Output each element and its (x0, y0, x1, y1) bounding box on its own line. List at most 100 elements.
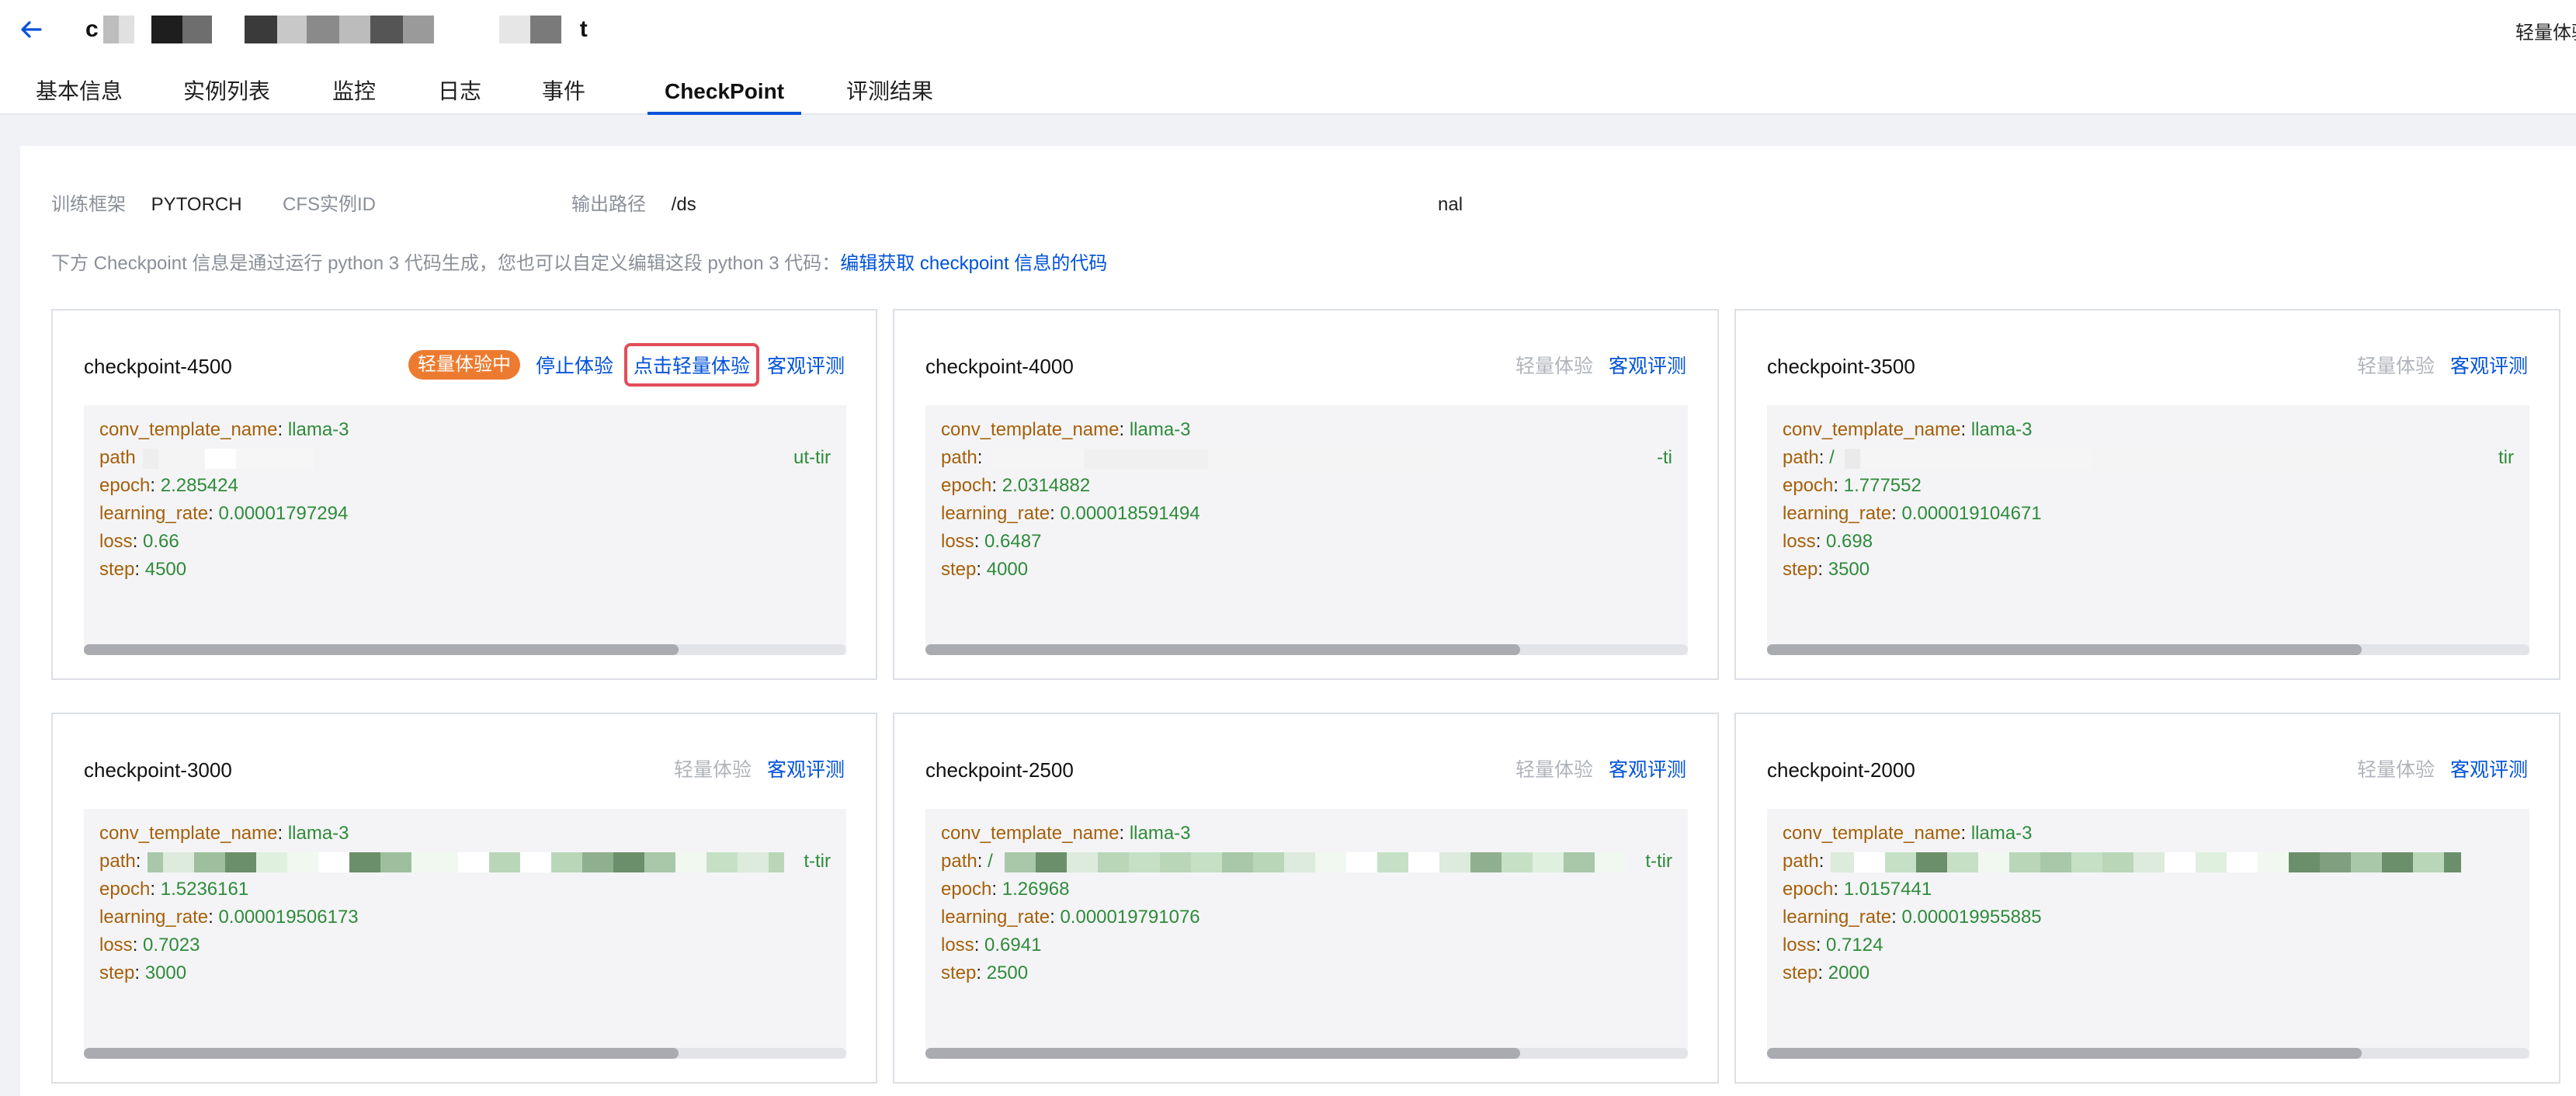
step-line: step: 2500 (941, 962, 1029, 983)
light-experience-button[interactable]: 轻量体验 (2357, 351, 2435, 379)
redacted-path-mask (1845, 449, 2404, 469)
scrollbar-thumb[interactable] (925, 1048, 1520, 1059)
scrollbar-thumb[interactable] (84, 644, 679, 655)
checkpoint-card: checkpoint-4500 轻量体验中 停止体验 点击轻量体验 客观评测 c… (51, 309, 877, 680)
checkpoint-info-code: conv_template_name: llama-3 path ut-tir … (84, 405, 846, 655)
checkpoint-title: checkpoint-4500 (84, 355, 232, 378)
redacted-path-mask (1005, 852, 1626, 872)
card-actions: 轻量体验 客观评测 (2342, 348, 2528, 382)
path-line: path: t-tir (99, 848, 831, 876)
path-line: path: (1783, 848, 2514, 876)
conv-template-line: conv_template_name: llama-3 (99, 823, 349, 844)
checkpoint-card: checkpoint-4000 轻量体验 客观评测 conv_template_… (893, 309, 1719, 680)
checkpoint-title: checkpoint-3000 (84, 758, 232, 782)
checkpoint-card: checkpoint-2000 轻量体验 客观评测 conv_template_… (1734, 713, 2560, 1084)
step-line: step: 3500 (1783, 559, 1870, 580)
horizontal-scrollbar[interactable] (84, 644, 846, 655)
objective-eval-button[interactable]: 客观评测 (1609, 754, 1686, 782)
learning-rate-line: learning_rate: 0.00001797294 (99, 503, 349, 524)
code-hint-row: 下方 Checkpoint 信息是通过运行 python 3 代码生成，您也可以… (51, 248, 1107, 279)
tab-checkpoint[interactable]: CheckPoint (647, 75, 801, 115)
tab-logs[interactable]: 日志 (438, 75, 481, 115)
title-char-start: c (85, 16, 99, 42)
scrollbar-thumb[interactable] (84, 1048, 679, 1059)
framework-value: PYTORCH (151, 194, 242, 215)
light-experience-button[interactable]: 轻量体验 (674, 754, 752, 782)
page-title: c t (85, 14, 588, 45)
checkpoint-info-code: conv_template_name: llama-3 path: / t-ti… (925, 809, 1688, 1059)
step-line: step: 3000 (99, 962, 187, 983)
horizontal-scrollbar[interactable] (925, 644, 1688, 655)
horizontal-scrollbar[interactable] (84, 1048, 846, 1059)
tab-monitor[interactable]: 监控 (332, 75, 376, 115)
redacted-title-mask (102, 16, 577, 43)
conv-template-line: conv_template_name: llama-3 (1783, 823, 2033, 844)
scrollbar-thumb[interactable] (925, 644, 1520, 655)
checkpoint-title: checkpoint-4000 (925, 355, 1074, 378)
horizontal-scrollbar[interactable] (1767, 1048, 2529, 1059)
card-actions: 轻量体验 客观评测 (1500, 348, 1686, 382)
objective-eval-button[interactable]: 客观评测 (2450, 754, 2528, 782)
step-line: step: 4500 (99, 559, 187, 580)
checkpoint-title: checkpoint-3500 (1767, 355, 1915, 378)
edit-checkpoint-code-link[interactable]: 编辑获取 checkpoint 信息的代码 (840, 253, 1107, 274)
tab-eval-results[interactable]: 评测结果 (846, 75, 933, 115)
scrollbar-thumb[interactable] (1767, 1048, 2362, 1059)
path-line: path: / t-tir (941, 848, 1672, 876)
epoch-line: epoch: 2.285424 (99, 475, 238, 496)
tab-instance-list[interactable]: 实例列表 (183, 75, 270, 115)
loss-line: loss: 0.66 (99, 531, 179, 552)
light-experience-link[interactable]: 轻量体验 (2515, 17, 2576, 44)
learning-rate-line: learning_rate: 0.000019506173 (99, 907, 359, 928)
loss-line: loss: 0.698 (1783, 531, 1873, 552)
path-line: path ut-tir (99, 444, 831, 472)
back-arrow-icon[interactable] (17, 16, 45, 43)
scrollbar-thumb[interactable] (1767, 644, 2362, 655)
path-line: path: -ti (941, 444, 1672, 472)
path-line: path: / tir (1783, 444, 2514, 472)
redacted-path-mask (148, 852, 784, 872)
output-path-meta: 输出路径 /ds (571, 189, 696, 220)
output-path-suffix-meta: nal (1438, 189, 1463, 220)
start-light-experience-button[interactable]: 点击轻量体验 (623, 343, 759, 387)
tab-basic-info[interactable]: 基本信息 (36, 75, 123, 115)
loss-line: loss: 0.6487 (941, 531, 1042, 552)
card-actions: 轻量体验 客观评测 (2342, 751, 2528, 786)
conv-template-line: conv_template_name: llama-3 (941, 419, 1191, 440)
card-actions: 轻量体验 客观评测 (658, 751, 845, 786)
step-line: step: 2000 (1783, 962, 1870, 983)
checkpoint-info-code: conv_template_name: llama-3 path: -ti ep… (925, 405, 1688, 655)
checkpoint-title: checkpoint-2500 (925, 758, 1074, 782)
redacted-path-mask (1831, 852, 2461, 872)
tab-bar: 基本信息 实例列表 监控 日志 事件 CheckPoint 评测结果 (36, 75, 933, 115)
light-experience-button[interactable]: 轻量体验 (1515, 754, 1593, 782)
cfs-meta: CFS实例ID (283, 189, 376, 220)
tab-events[interactable]: 事件 (542, 75, 585, 115)
loss-line: loss: 0.7023 (99, 935, 200, 956)
conv-template-line: conv_template_name: llama-3 (1783, 419, 2033, 440)
stop-experience-button[interactable]: 停止体验 (536, 351, 613, 379)
objective-eval-button[interactable]: 客观评测 (1609, 351, 1686, 379)
checkpoint-card: checkpoint-3000 轻量体验 客观评测 conv_template_… (51, 713, 877, 1084)
epoch-line: epoch: 1.5236161 (99, 879, 249, 900)
card-actions: 轻量体验 客观评测 (1500, 751, 1686, 786)
title-char-end: t (579, 16, 588, 42)
output-path-value-prefix: /ds (671, 194, 696, 215)
light-experience-button[interactable]: 轻量体验 (1515, 351, 1593, 379)
light-experience-button[interactable]: 轻量体验 (2357, 754, 2435, 782)
objective-eval-button[interactable]: 客观评测 (767, 754, 845, 782)
redacted-path-mask (991, 449, 1441, 469)
loss-line: loss: 0.6941 (941, 935, 1042, 956)
epoch-line: epoch: 2.0314882 (941, 475, 1091, 496)
horizontal-scrollbar[interactable] (925, 1048, 1688, 1059)
objective-eval-button[interactable]: 客观评测 (2450, 351, 2528, 379)
epoch-line: epoch: 1.26968 (941, 879, 1070, 900)
conv-template-line: conv_template_name: llama-3 (941, 823, 1191, 844)
output-path-value-suffix: nal (1438, 194, 1463, 215)
checkpoint-panel: 训练框架 PYTORCH CFS实例ID 输出路径 /ds nal 下方 Che… (20, 146, 2576, 1096)
redacted-path-mask (143, 449, 314, 469)
horizontal-scrollbar[interactable] (1767, 644, 2529, 655)
framework-meta: 训练框架 PYTORCH (51, 189, 242, 220)
objective-eval-button[interactable]: 客观评测 (767, 351, 845, 379)
card-actions: 轻量体验中 停止体验 点击轻量体验 客观评测 (393, 343, 845, 387)
